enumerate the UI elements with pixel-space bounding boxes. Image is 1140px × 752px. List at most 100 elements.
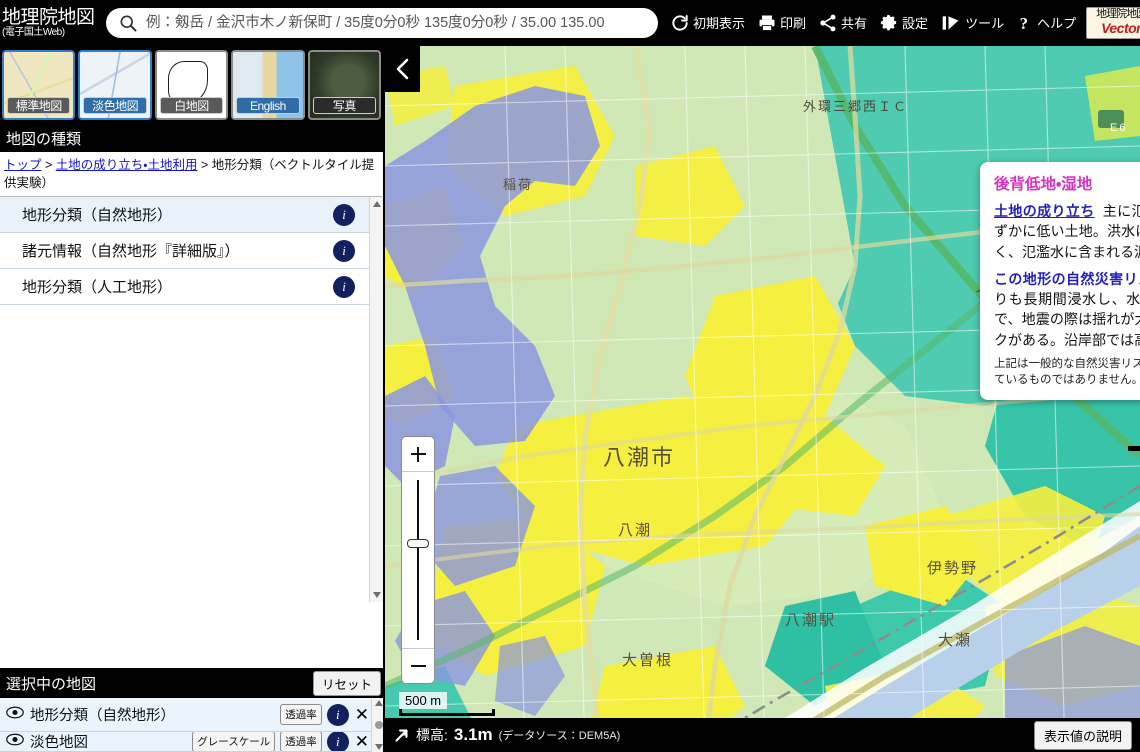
zoom-slider-handle[interactable] <box>407 539 429 548</box>
zoom-out-button[interactable] <box>401 649 435 683</box>
search-icon <box>120 15 137 32</box>
zoom-slider-line <box>417 480 419 640</box>
share-icon <box>820 14 836 32</box>
popup-section-formation-lead: 土地の成り立ち <box>994 203 1095 219</box>
basemap-selector: 標準地図 淡色地図 白地図 English 写真 <box>0 46 383 124</box>
selected-maps-header-bar: 選択中の地図 リセット <box>0 668 383 698</box>
popup-section-risk: この地形の自然災害リスク河川の氾濫によって周囲よりも長期間浸水し、水はけが悪い。… <box>994 269 1140 350</box>
basemap-label-pale: 淡色地図 <box>83 97 147 114</box>
selected-maps-scrollbar[interactable] <box>371 698 383 752</box>
sidebar-collapse-button[interactable] <box>385 46 420 92</box>
basemap-english[interactable]: English <box>231 50 305 120</box>
help-button[interactable]: ? ヘルプ <box>1010 11 1082 35</box>
scroll-up-icon[interactable] <box>370 197 383 211</box>
layer-row-landform-artificial[interactable]: 地形分類（人工地形） i <box>0 269 383 306</box>
layer-label: 諸元情報（自然地形『詳細版』） <box>22 243 240 261</box>
print-button[interactable]: 印刷 <box>751 11 812 35</box>
search-box[interactable] <box>106 8 658 38</box>
left-sidebar: 標準地図 淡色地図 白地図 English 写真 地図の種類 トップ > 土地の… <box>0 46 385 752</box>
refresh-icon <box>672 14 688 31</box>
eye-icon[interactable] <box>6 733 24 750</box>
tools-button[interactable]: ツール <box>934 11 1010 35</box>
app-logo-line1: 地理院地図 <box>2 7 95 28</box>
basemap-photo[interactable]: 写真 <box>307 50 382 120</box>
initial-view-label: 初期表示 <box>693 16 746 32</box>
breadcrumb-top[interactable]: トップ <box>4 158 42 172</box>
settings-button[interactable]: 設定 <box>873 11 934 35</box>
elevation-readout: 標高: 3.1m (データソース：DEM5A) <box>393 725 620 745</box>
breadcrumb-sep-2: > <box>197 158 212 172</box>
layer-row-landform-natural[interactable]: 地形分類（自然地形） i <box>0 197 383 234</box>
basemap-pale[interactable]: 淡色地図 <box>78 50 152 120</box>
selected-maps-title: 選択中の地図 <box>6 675 97 693</box>
scale-bar-graphic <box>399 709 495 716</box>
question-icon: ? <box>1020 14 1028 33</box>
elevation-label: 標高: <box>416 727 448 743</box>
layer-row-specs-natural-detail[interactable]: 諸元情報（自然地形『詳細版』） i <box>0 233 383 270</box>
basemap-standard[interactable]: 標準地図 <box>2 50 76 120</box>
chevron-left-icon <box>396 58 408 80</box>
vector-badge[interactable]: 地理院地図 Vector <box>1086 7 1140 39</box>
share-button[interactable]: 共有 <box>812 11 873 35</box>
map-types-title: 地図の種類 <box>6 130 82 148</box>
svg-text:?: ? <box>1020 14 1028 33</box>
breadcrumb-sep-1: > <box>41 158 56 172</box>
gear-icon <box>880 15 897 31</box>
eye-icon[interactable] <box>6 706 24 723</box>
eye-icon-svg <box>6 706 24 719</box>
app-logo[interactable]: 地理院地図 (電子国土Web) <box>0 8 100 38</box>
status-bar: 標高: 3.1m (データソース：DEM5A) 表示値の説明 <box>385 718 1140 752</box>
popup-section-risk-lead: この地形の自然災害リスク <box>994 270 1140 287</box>
minus-icon <box>410 659 426 674</box>
zoom-in-button[interactable] <box>401 437 435 471</box>
selected-maps-panel: 選択中の地図 リセット 地形分類（自然地形） 透過率 i ✕ 淡色地図 グレース… <box>0 668 383 752</box>
scroll-down-icon[interactable] <box>374 744 383 750</box>
scroll-down-icon[interactable] <box>370 588 383 602</box>
breadcrumb: トップ > 土地の成り立ち・土地利用 > 地形分類（ベクトルタイル提供実験） <box>0 152 383 198</box>
zoom-slider-track[interactable] <box>402 471 434 649</box>
remove-layer-icon[interactable]: ✕ <box>355 733 369 750</box>
selected-map-row-landform[interactable]: 地形分類（自然地形） 透過率 i ✕ <box>0 698 383 732</box>
app-logo-line2: (電子国土Web) <box>2 27 65 38</box>
info-icon[interactable]: i <box>326 732 349 751</box>
layer-list-scrollbar[interactable] <box>369 197 383 603</box>
tools-label: ツール <box>965 16 1005 32</box>
opacity-button[interactable]: 透過率 <box>280 704 322 725</box>
info-icon[interactable]: i <box>326 703 349 726</box>
geospatial-map-application: 地理院地図 (電子国土Web) 初期表示 <box>0 0 1140 752</box>
search-input[interactable] <box>144 14 646 32</box>
info-icon[interactable]: i <box>333 203 355 226</box>
map-viewport[interactable]: 稲荷外環三郷西ＩＣ三郷ＪＣＴインター南三郷ＩＣ三郷中央ＩＣ八潮市八潮八潮駅大曽根… <box>385 46 1140 752</box>
printer-icon <box>759 15 775 31</box>
initial-view-button[interactable]: 初期表示 <box>664 11 751 35</box>
zoom-control[interactable] <box>401 436 435 684</box>
basemap-label-photo: 写真 <box>312 97 377 114</box>
popup-header: 後背低地・湿地 出典等 <box>994 172 1140 194</box>
plus-icon <box>410 446 426 462</box>
basemap-label-english: English <box>236 97 300 114</box>
eye-icon-svg <box>6 733 24 746</box>
info-icon[interactable]: i <box>333 239 355 262</box>
map-types-header: 地図の種類 <box>0 124 383 152</box>
popup-section-formation: 土地の成り立ち主に氾濫平野の中にあり、周囲よりわずかに低い土地。洪水による砂や礫… <box>994 201 1140 262</box>
help-label: ヘルプ <box>1037 16 1077 32</box>
elevation-value: 3.1m <box>453 725 493 744</box>
basemap-blank[interactable]: 白地図 <box>154 50 229 120</box>
explain-values-button[interactable]: 表示値の説明 <box>1033 720 1132 750</box>
vector-badge-line2: Vector <box>1101 19 1140 36</box>
top-toolbar: 地理院地図 (電子国土Web) 初期表示 <box>0 0 1140 46</box>
selected-map-name: 淡色地図 <box>30 735 88 751</box>
share-label: 共有 <box>841 16 868 32</box>
scroll-thumb[interactable] <box>374 721 383 729</box>
selected-map-row-pale[interactable]: 淡色地図 グレースケール 透過率 i ✕ <box>0 732 383 752</box>
remove-layer-icon[interactable]: ✕ <box>355 706 369 723</box>
info-icon[interactable]: i <box>333 275 355 298</box>
opacity-button[interactable]: 透過率 <box>280 732 322 751</box>
scroll-up-icon[interactable] <box>374 700 383 706</box>
scale-bar-label: 500 m <box>399 692 448 709</box>
layer-list: 地形分類（自然地形） i 諸元情報（自然地形『詳細版』） i 地形分類（人工地形… <box>0 197 383 603</box>
reset-button[interactable]: リセット <box>312 670 381 696</box>
breadcrumb-category[interactable]: 土地の成り立ち・土地利用 <box>56 158 198 172</box>
grayscale-button[interactable]: グレースケール <box>192 732 276 751</box>
selected-map-name: 地形分類（自然地形） <box>30 708 175 724</box>
